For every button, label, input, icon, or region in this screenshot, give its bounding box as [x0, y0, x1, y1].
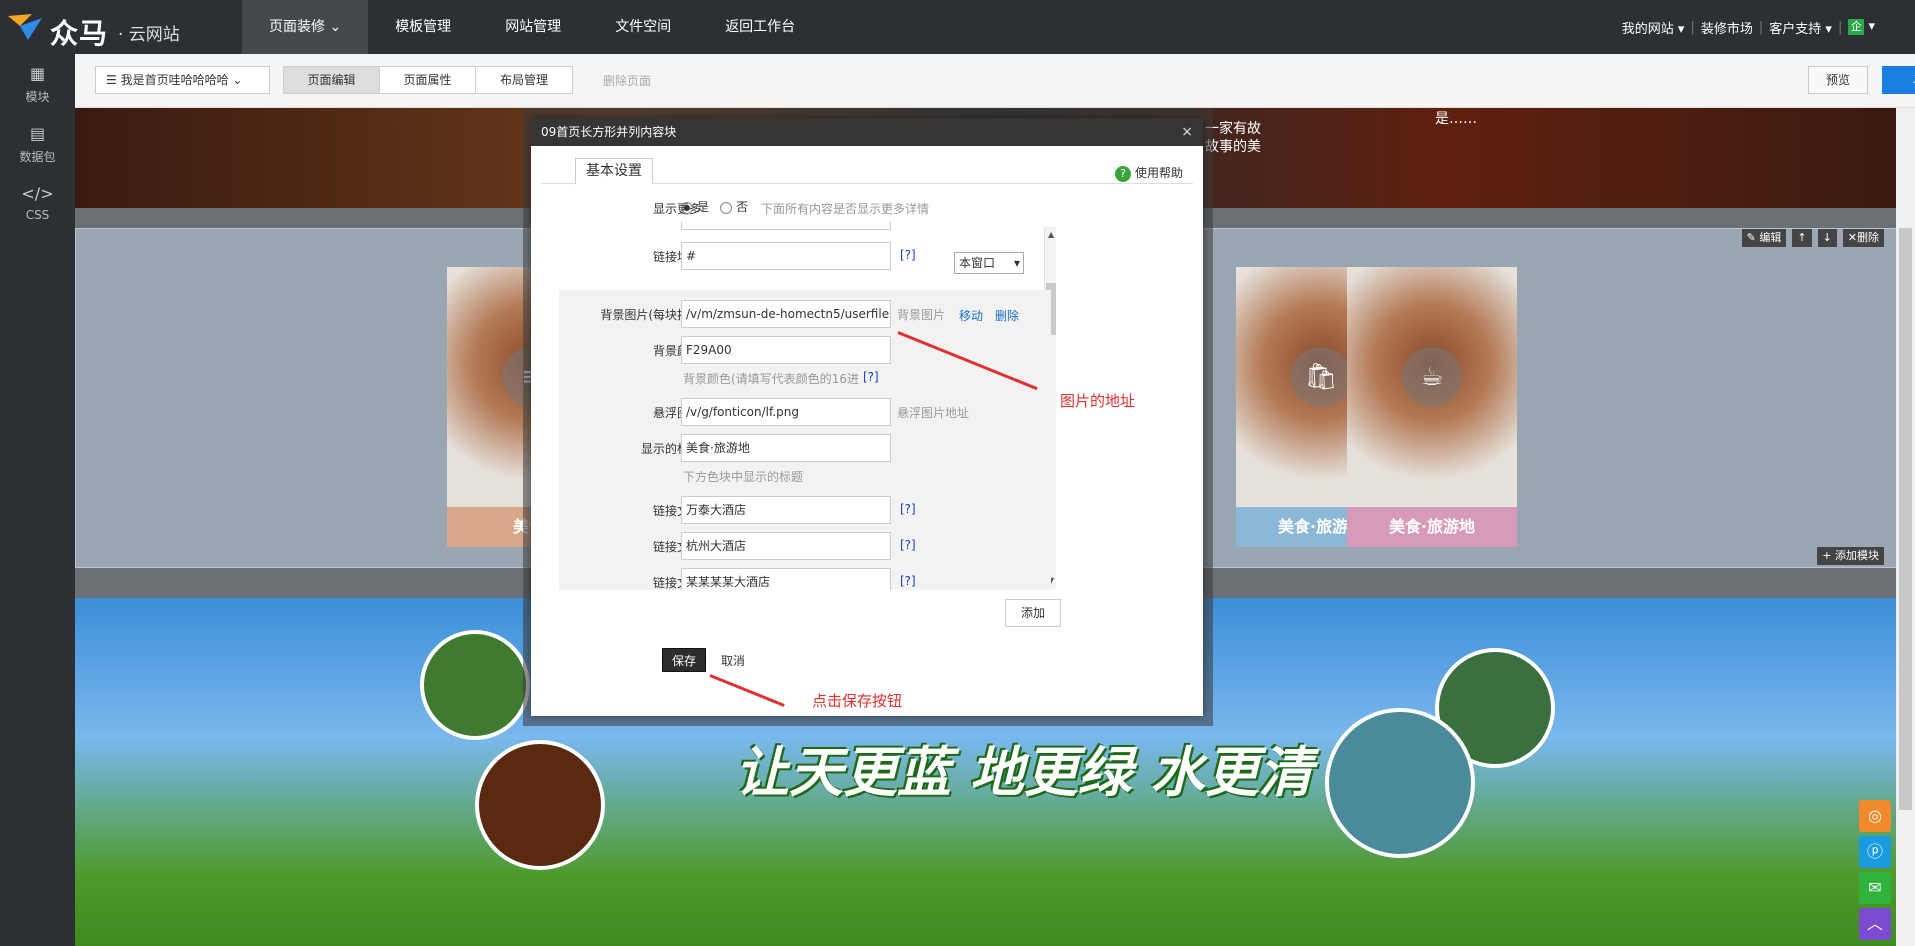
- coffee-icon: ☕: [1402, 347, 1462, 407]
- page-select[interactable]: ☰ 我是首页哇哈哈哈哈 ⌄: [95, 66, 270, 94]
- tab-layout[interactable]: 布局管理: [476, 67, 572, 93]
- nav-site[interactable]: 网站管理: [478, 0, 588, 54]
- help-link[interactable]: ? 使用帮助: [1114, 164, 1183, 182]
- market-link[interactable]: 装修市场: [1701, 18, 1753, 37]
- editor-tabs: 页面编辑 页面属性 布局管理: [283, 66, 573, 94]
- top-nav: 页面装修 ⌄ 模板管理 网站管理 文件空间 返回工作台: [242, 0, 822, 54]
- tile-caption: 美食·旅游地: [1347, 507, 1517, 547]
- bg-color-hint: 背景颜色(请填写代表颜色的16进: [683, 372, 859, 386]
- move-down-icon[interactable]: ↓: [1817, 229, 1837, 247]
- bg-image-hint: 背景图片: [897, 308, 946, 322]
- nav-files[interactable]: 文件空间: [588, 0, 698, 54]
- float-image-input[interactable]: /v/g/fonticon/lf.png: [681, 398, 891, 426]
- grid-icon: ▦: [29, 64, 46, 83]
- sidebar-item-css[interactable]: </> CSS: [0, 174, 75, 234]
- link-text-input[interactable]: 某某某某大酒店: [681, 568, 891, 590]
- sidebar-item-datapack[interactable]: ▤ 数据包: [0, 114, 75, 174]
- publish-button[interactable]: 发布: [1882, 66, 1915, 94]
- edit-module-button[interactable]: ✎ 编辑: [1741, 229, 1787, 247]
- chevron-down-icon: ⌄: [329, 19, 342, 35]
- clipped-row: 链接文字 某某某某大酒店 [?]: [531, 566, 1203, 590]
- annotation-image-address: 图片的地址: [1060, 392, 1136, 410]
- close-icon[interactable]: ×: [1181, 124, 1193, 140]
- tab-page-edit[interactable]: 页面编辑: [284, 67, 380, 93]
- help-icon: ?: [1114, 166, 1131, 182]
- dialog-title: 09首页长方形并列内容块: [531, 118, 1203, 146]
- panda-photo: [420, 630, 530, 740]
- nav-page-decor[interactable]: 页面装修 ⌄: [242, 0, 369, 54]
- pay-icon[interactable]: ⓟ: [1859, 836, 1891, 868]
- delete-link[interactable]: 删除: [995, 307, 1019, 324]
- radio-yes[interactable]: [681, 201, 693, 214]
- show-more-options: 是 否: [681, 198, 748, 215]
- scroll-up-icon[interactable]: ▲: [1048, 230, 1054, 239]
- move-up-icon[interactable]: ↑: [1792, 229, 1812, 247]
- radio-no[interactable]: [720, 201, 733, 214]
- temple-photo: [475, 740, 605, 870]
- module-actions: ✎ 编辑 ↑ ↓ ✕删除: [1741, 229, 1884, 247]
- cut-off-input: [681, 222, 891, 230]
- river-photo: [1325, 708, 1475, 858]
- nav-template[interactable]: 模板管理: [368, 0, 478, 54]
- top-right-menu: 我的网站 ▾ | 装修市场 | 客户支持 ▾ | 企 ▾: [1621, 18, 1875, 37]
- bg-color-help[interactable]: [?]: [863, 370, 879, 384]
- bag-icon: 🛍: [1291, 347, 1351, 407]
- bg-image-input[interactable]: /v/m/zmsun-de-homectn5/userfiles/: [681, 300, 891, 328]
- sidebar-item-modules[interactable]: ▦ 模块: [0, 54, 75, 114]
- banner-slogan: 让天更蓝 地更绿 水更清: [735, 741, 1313, 804]
- brand-name: 众马: [50, 17, 109, 50]
- weibo-icon[interactable]: ◎: [1859, 800, 1891, 832]
- dialog-tabs: 基本设置 ? 使用帮助: [541, 154, 1193, 185]
- module-settings-dialog: 09首页长方形并列内容块 × 基本设置 ? 使用帮助 显示更多 是 否 下面所有内…: [531, 118, 1203, 716]
- back-to-top-icon[interactable]: ︿: [1859, 908, 1891, 940]
- add-module-button[interactable]: + 添加模块: [1817, 547, 1884, 565]
- menu-icon: ☰: [106, 73, 121, 87]
- link-url-help[interactable]: [?]: [900, 248, 916, 262]
- brand-sub: · 云网站: [118, 25, 180, 45]
- link-url-input[interactable]: #: [681, 242, 891, 270]
- preview-button[interactable]: 预览: [1808, 66, 1868, 94]
- delete-page-button[interactable]: 删除页面: [603, 72, 651, 89]
- link-target-select[interactable]: 本窗口 ▾: [954, 252, 1024, 274]
- editor-toolbar: ☰ 我是首页哇哈哈哈哈 ⌄ 页面编辑 页面属性 布局管理 删除页面 预览 发布: [75, 54, 1915, 108]
- delete-module-button[interactable]: ✕删除: [1842, 229, 1884, 247]
- show-more-hint: 下面所有内容是否显示更多详情: [761, 202, 930, 216]
- annotation-click-save: 点击保存按钮: [812, 692, 903, 710]
- float-image-hint: 悬浮图片地址: [897, 406, 970, 420]
- link-text-input[interactable]: 万泰大酒店: [681, 496, 891, 524]
- bg-color-input[interactable]: F29A00: [681, 336, 891, 364]
- logo[interactable]: 众马 · 云网站: [8, 10, 188, 50]
- move-link[interactable]: 移动: [959, 307, 983, 324]
- tab-basic-settings[interactable]: 基本设置: [575, 158, 653, 185]
- left-sidebar: ▦ 模块 ▤ 数据包 </> CSS: [0, 54, 75, 946]
- cancel-button[interactable]: 取消: [721, 652, 745, 669]
- show-title-hint: 下方色块中显示的标题: [683, 470, 804, 484]
- show-title-input[interactable]: 美食·旅游地: [681, 434, 891, 462]
- tab-page-props[interactable]: 页面属性: [380, 67, 476, 93]
- social-share-bar: ◎ ⓟ ✉ ︿: [1859, 800, 1891, 944]
- link-text-help[interactable]: [?]: [900, 574, 916, 588]
- hero-text: 一家有故 故事的美: [1205, 121, 1261, 155]
- hero-text-2: 是……: [1435, 111, 1477, 127]
- code-icon: </>: [21, 184, 54, 203]
- database-icon: ▤: [29, 124, 46, 143]
- content-tile[interactable]: ☕ 美食·旅游地: [1347, 267, 1517, 547]
- account-menu[interactable]: 企 ▾: [1848, 19, 1875, 35]
- link-text-help[interactable]: [?]: [900, 502, 916, 516]
- link-text-input[interactable]: 杭州大酒店: [681, 532, 891, 560]
- save-button[interactable]: 保存: [662, 648, 706, 672]
- scrollbar-thumb[interactable]: [1899, 228, 1912, 810]
- my-site-menu[interactable]: 我的网站 ▾: [1622, 18, 1685, 37]
- add-button[interactable]: 添加: [1005, 599, 1061, 627]
- wechat-icon[interactable]: ✉: [1859, 872, 1891, 904]
- link-text-help[interactable]: [?]: [900, 538, 916, 552]
- page-scrollbar[interactable]: [1896, 108, 1915, 946]
- avatar: 企: [1848, 19, 1865, 35]
- nav-workbench[interactable]: 返回工作台: [698, 0, 822, 54]
- top-bar: 众马 · 云网站 页面装修 ⌄ 模板管理 网站管理 文件空间 返回工作台 我的网…: [0, 0, 1915, 54]
- logo-icon: [8, 14, 42, 40]
- support-menu[interactable]: 客户支持 ▾: [1769, 18, 1832, 37]
